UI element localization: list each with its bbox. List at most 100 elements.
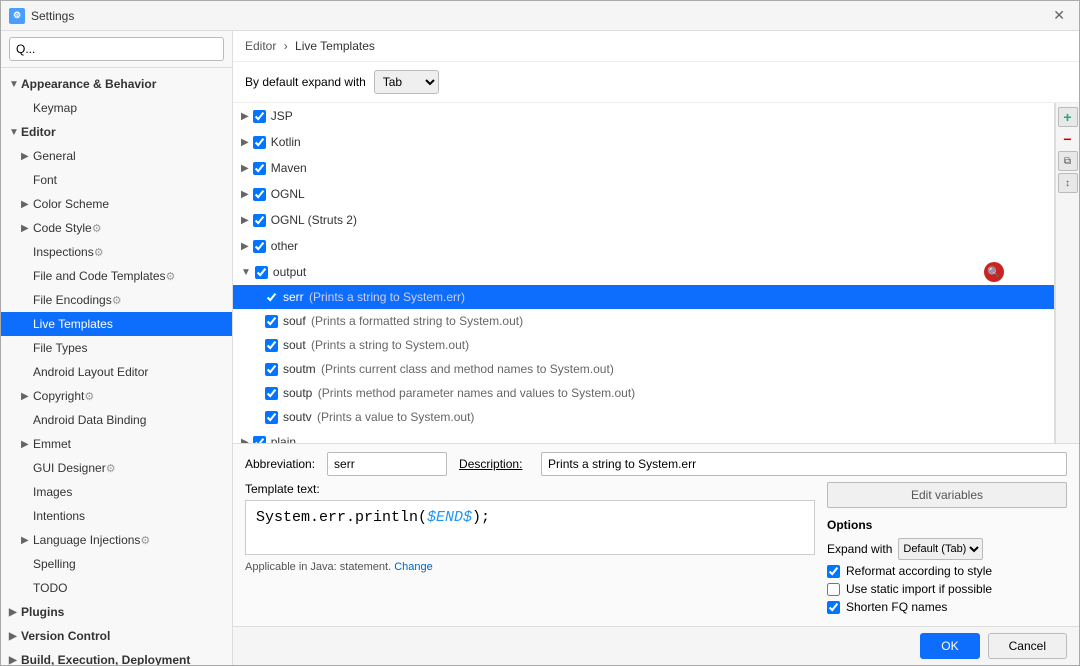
search-icon[interactable]: 🔍 xyxy=(984,262,1004,282)
template-checkbox-sout[interactable] xyxy=(265,339,278,352)
template-row-soutv[interactable]: soutv (Prints a value to System.out) xyxy=(233,405,1054,429)
bottom-panel: Abbreviation: Description: Template text… xyxy=(233,443,1079,626)
edit-variables-button[interactable]: Edit variables xyxy=(827,482,1067,508)
sidebar-item-label: TODO xyxy=(33,581,67,595)
group-row-output[interactable]: ▼ output 🔍 xyxy=(233,259,1054,285)
group-label: other xyxy=(271,239,298,253)
group-checkbox-maven[interactable] xyxy=(253,162,266,175)
group-checkbox-other[interactable] xyxy=(253,240,266,253)
description-input[interactable] xyxy=(541,452,1067,476)
template-checkbox-soutm[interactable] xyxy=(265,363,278,376)
move-template-button[interactable]: ↕ xyxy=(1058,173,1078,193)
group-checkbox-plain[interactable] xyxy=(253,436,266,444)
group-checkbox-output[interactable] xyxy=(255,266,268,279)
ok-button[interactable]: OK xyxy=(920,633,979,659)
sidebar-item-file-encodings[interactable]: File Encodings ⚙ xyxy=(1,288,232,312)
template-row-sout[interactable]: sout (Prints a string to System.out) xyxy=(233,333,1054,357)
sidebar-item-inspections[interactable]: Inspections ⚙ xyxy=(1,240,232,264)
static-import-label: Use static import if possible xyxy=(846,582,992,596)
sidebar-item-color-scheme[interactable]: ▶ Color Scheme xyxy=(1,192,232,216)
template-desc: (Prints method parameter names and value… xyxy=(314,386,635,400)
right-toolbar: + − ⧉ ↕ xyxy=(1055,103,1079,443)
expand-arrow xyxy=(21,487,33,498)
sidebar-item-spelling[interactable]: Spelling xyxy=(1,552,232,576)
sidebar-item-plugins[interactable]: ▶ Plugins xyxy=(1,600,232,624)
sidebar-item-intentions[interactable]: Intentions xyxy=(1,504,232,528)
template-checkbox-soutv[interactable] xyxy=(265,411,278,424)
sidebar-item-file-code-templates[interactable]: File and Code Templates ⚙ xyxy=(1,264,232,288)
sidebar-item-keymap[interactable]: Keymap xyxy=(1,96,232,120)
group-row-ognl[interactable]: ▶ OGNL xyxy=(233,181,1054,207)
group-row-other[interactable]: ▶ other xyxy=(233,233,1054,259)
group-label: output xyxy=(273,265,306,279)
sidebar-item-images[interactable]: Images xyxy=(1,480,232,504)
group-checkbox-ognl[interactable] xyxy=(253,188,266,201)
abbreviation-input[interactable] xyxy=(327,452,447,476)
sidebar-item-copyright[interactable]: ▶ Copyright ⚙ xyxy=(1,384,232,408)
cancel-button[interactable]: Cancel xyxy=(988,633,1067,659)
sidebar-item-label: Code Style xyxy=(33,221,92,235)
template-checkbox-serr[interactable] xyxy=(265,291,278,304)
group-checkbox-jsp[interactable] xyxy=(253,110,266,123)
sidebar-item-file-types[interactable]: File Types xyxy=(1,336,232,360)
sidebar-item-language-injections[interactable]: ▶ Language Injections ⚙ xyxy=(1,528,232,552)
group-label: Maven xyxy=(271,161,307,175)
option-row-reformat: Reformat according to style xyxy=(827,564,1067,578)
sidebar-item-android-layout-editor[interactable]: Android Layout Editor xyxy=(1,360,232,384)
sidebar-item-label: Color Scheme xyxy=(33,197,109,211)
expand-with-select[interactable]: Tab Enter Space xyxy=(374,70,439,94)
sidebar-item-label: Android Data Binding xyxy=(33,413,146,427)
sidebar-item-gui-designer[interactable]: GUI Designer ⚙ xyxy=(1,456,232,480)
change-link[interactable]: Change xyxy=(394,561,433,573)
template-row-serr[interactable]: serr (Prints a string to System.err) xyxy=(233,285,1054,309)
expand-with-row: Expand with Default (Tab) Tab Enter Spac… xyxy=(827,538,1067,560)
settings-icon: ⚙ xyxy=(94,246,104,259)
group-row-maven[interactable]: ▶ Maven xyxy=(233,155,1054,181)
group-checkbox-ognl-struts2[interactable] xyxy=(253,214,266,227)
sidebar-item-emmet[interactable]: ▶ Emmet xyxy=(1,432,232,456)
group-row-plain[interactable]: ▶ plain xyxy=(233,429,1054,443)
group-checkbox-kotlin[interactable] xyxy=(253,136,266,149)
sidebar-item-label: File and Code Templates xyxy=(33,269,166,283)
sidebar-item-live-templates[interactable]: Live Templates xyxy=(1,312,232,336)
title-bar-left: ⚙ Settings xyxy=(9,8,74,24)
template-checkbox-soutp[interactable] xyxy=(265,387,278,400)
option-row-static-import: Use static import if possible xyxy=(827,582,1067,596)
static-import-checkbox[interactable] xyxy=(827,583,840,596)
group-row-ognl-struts2[interactable]: ▶ OGNL (Struts 2) xyxy=(233,207,1054,233)
expand-arrow xyxy=(21,175,33,186)
sidebar-item-android-data-binding[interactable]: Android Data Binding xyxy=(1,408,232,432)
sidebar-item-editor[interactable]: ▼ Editor xyxy=(1,120,232,144)
expand-with-select[interactable]: Default (Tab) Tab Enter Space xyxy=(898,538,983,560)
sidebar-item-appearance[interactable]: ▼ Appearance & Behavior xyxy=(1,72,232,96)
expand-arrow: ▶ xyxy=(21,223,33,234)
sidebar: ▼ Appearance & Behavior Keymap ▼ Editor … xyxy=(1,31,233,665)
sidebar-item-build-execution[interactable]: ▶ Build, Execution, Deployment xyxy=(1,648,232,665)
sidebar-item-version-control[interactable]: ▶ Version Control xyxy=(1,624,232,648)
expand-arrow xyxy=(21,583,33,594)
sidebar-item-todo[interactable]: TODO xyxy=(1,576,232,600)
close-button[interactable]: ✕ xyxy=(1047,5,1071,26)
reformat-checkbox[interactable] xyxy=(827,565,840,578)
shorten-fq-checkbox[interactable] xyxy=(827,601,840,614)
settings-icon: ⚙ xyxy=(106,462,116,475)
expand-arrow xyxy=(21,367,33,378)
sidebar-item-font[interactable]: Font xyxy=(1,168,232,192)
remove-template-button[interactable]: − xyxy=(1058,129,1078,149)
expand-with-label: By default expand with xyxy=(245,75,366,89)
template-row-soutp[interactable]: soutp (Prints method parameter names and… xyxy=(233,381,1054,405)
add-template-button[interactable]: + xyxy=(1058,107,1078,127)
search-input[interactable] xyxy=(9,37,224,61)
template-checkbox-souf[interactable] xyxy=(265,315,278,328)
sidebar-item-general[interactable]: ▶ General xyxy=(1,144,232,168)
template-row-soutm[interactable]: soutm (Prints current class and method n… xyxy=(233,357,1054,381)
group-row-kotlin[interactable]: ▶ Kotlin xyxy=(233,129,1054,155)
template-row-souf[interactable]: souf (Prints a formatted string to Syste… xyxy=(233,309,1054,333)
settings-icon: ⚙ xyxy=(92,222,102,235)
expand-arrow: ▼ xyxy=(9,79,21,90)
template-abbr: sout xyxy=(283,338,306,352)
sidebar-item-code-style[interactable]: ▶ Code Style ⚙ xyxy=(1,216,232,240)
group-row-jsp[interactable]: ▶ JSP xyxy=(233,103,1054,129)
copy-template-button[interactable]: ⧉ xyxy=(1058,151,1078,171)
right-bottom: Edit variables Options Expand with Defau… xyxy=(827,482,1067,618)
